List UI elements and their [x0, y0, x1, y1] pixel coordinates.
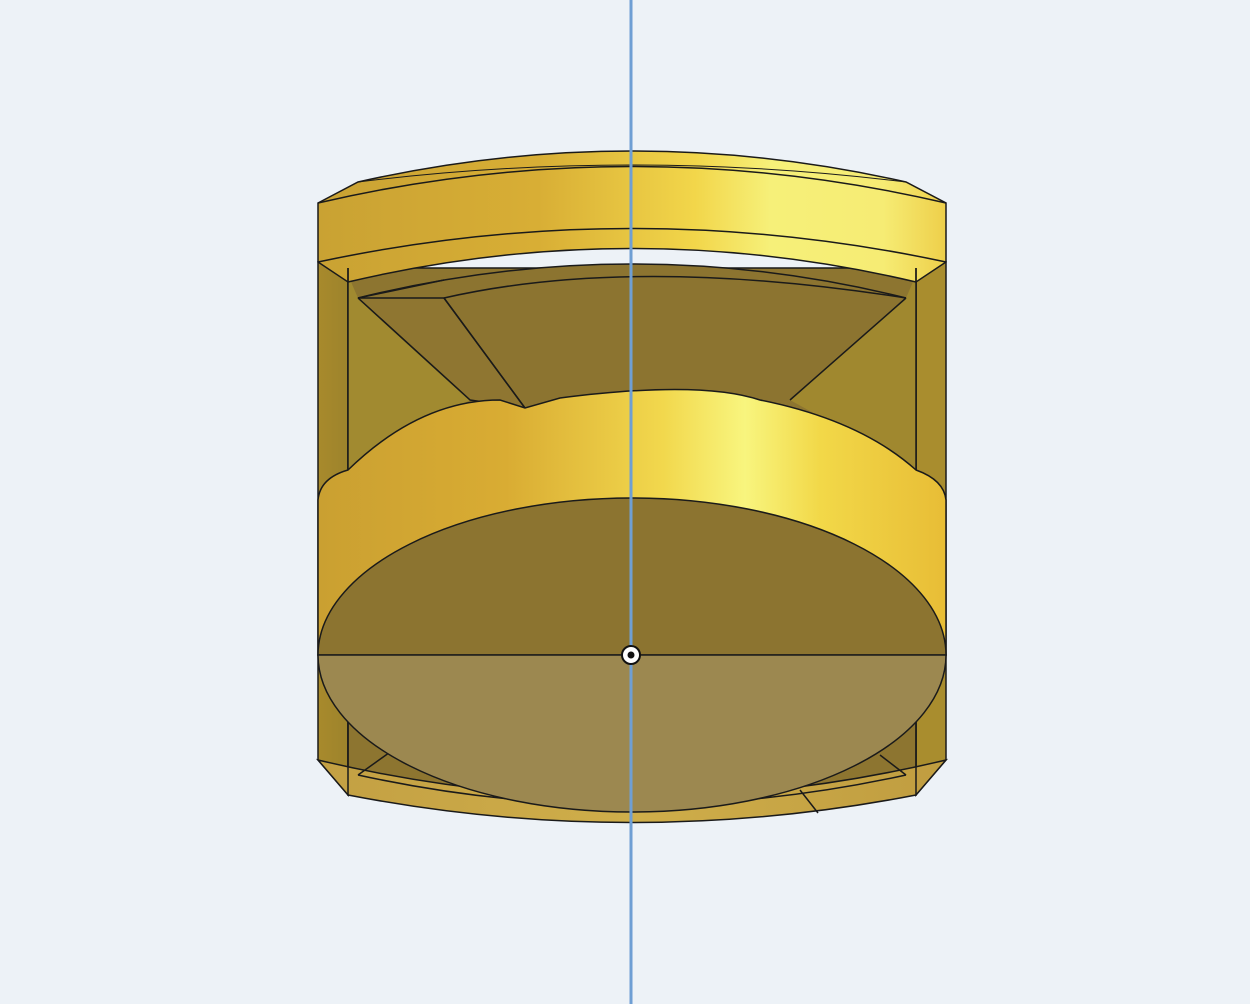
model-canvas[interactable] [0, 0, 1250, 1004]
3d-viewport[interactable] [0, 0, 1250, 1004]
origin-point-icon[interactable] [621, 645, 641, 665]
